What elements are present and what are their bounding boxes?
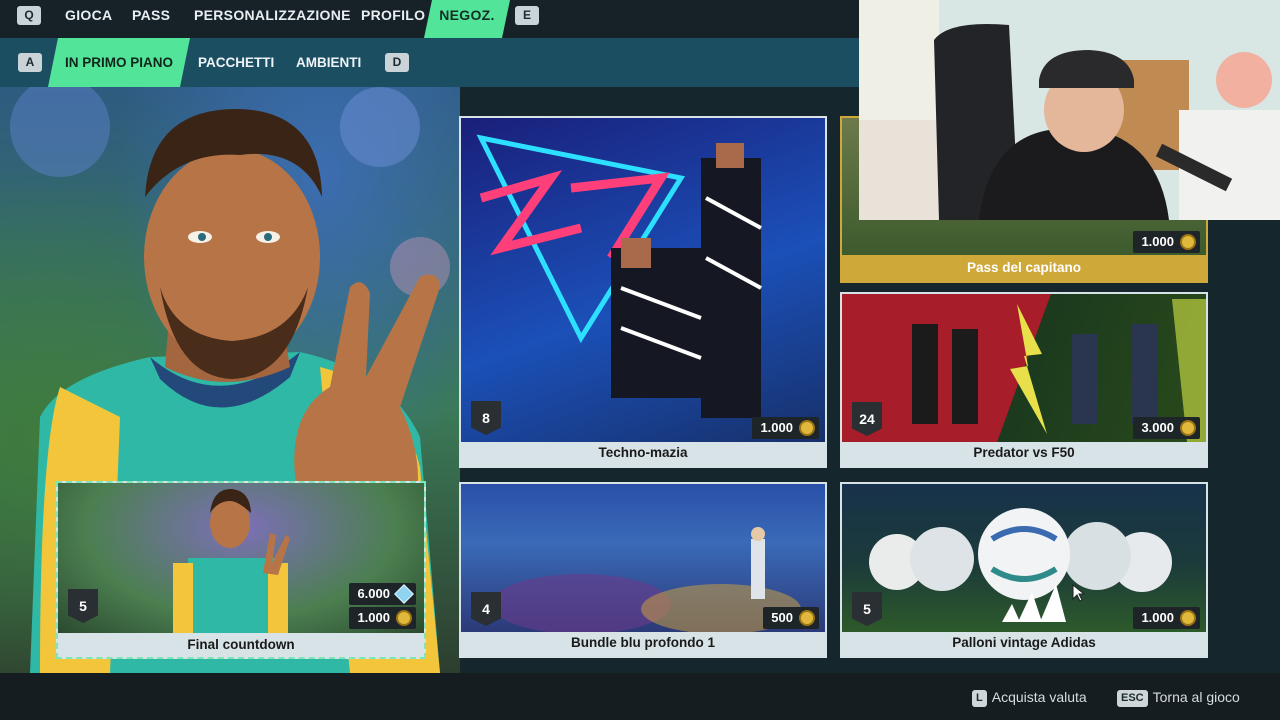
coin-price-value: 1.000: [1141, 610, 1174, 625]
shop-card-bundle-blu-profondo[interactable]: 4 500 Bundle blu profondo 1: [459, 482, 827, 658]
footer-hints: L Acquista valuta ESC Torna al gioco: [0, 673, 1280, 720]
key-hint-e[interactable]: E: [515, 6, 539, 25]
webcam-overlay: [859, 0, 1280, 220]
shop-card-techno-mazia[interactable]: 8 1.000 Techno-mazia: [459, 116, 827, 468]
coin-price: 1.000: [1133, 231, 1200, 253]
card-title: Final countdown: [58, 633, 424, 657]
tab-pacchetti[interactable]: PACCHETTI: [198, 38, 274, 87]
tab-in-primo-piano[interactable]: IN PRIMO PIANO: [48, 38, 190, 87]
neon-sign-illustration: [476, 134, 762, 418]
shop-card-predator-vs-f50[interactable]: 24 3.000 Predator vs F50: [840, 292, 1208, 468]
card-title: Bundle blu profondo 1: [571, 635, 715, 650]
cursor-icon: [1072, 584, 1086, 602]
coin-icon: [799, 610, 815, 626]
coin-price: 3.000: [1133, 417, 1200, 439]
streamer-webcam-illustration: [859, 0, 1280, 220]
coin-icon: [1180, 420, 1196, 436]
buy-currency-label: Acquista valuta: [991, 689, 1087, 705]
coin-icon: [1180, 234, 1196, 250]
tab-profilo[interactable]: PROFILO: [361, 0, 425, 38]
coin-price: 1.000: [752, 417, 819, 439]
coin-icon: [396, 610, 412, 626]
key-hint-d[interactable]: D: [385, 53, 409, 72]
card-title: Predator vs F50: [973, 445, 1075, 460]
gem-price-value: 6.000: [357, 586, 390, 601]
card-title: Pass del capitano: [842, 255, 1206, 281]
tab-ambienti[interactable]: AMBIENTI: [296, 38, 361, 87]
coin-price-value: 1.000: [760, 420, 793, 435]
tab-pass[interactable]: PASS: [132, 0, 170, 38]
key-hint-q[interactable]: Q: [17, 6, 41, 25]
tab-negozio[interactable]: NEGOZ.: [424, 0, 510, 38]
coin-price: 500: [763, 607, 819, 629]
key-hint-l: L: [972, 690, 987, 707]
buy-currency-hint[interactable]: L Acquista valuta: [972, 687, 1087, 707]
tab-personalizzazione[interactable]: PERSONALIZZAZIONE: [194, 0, 351, 38]
gem-icon: [394, 584, 414, 604]
coin-price-value: 1.000: [357, 610, 390, 625]
coin-price: 1.000: [1133, 607, 1200, 629]
gem-price: 6.000: [349, 583, 416, 605]
coin-price-value: 1.000: [1141, 234, 1174, 249]
coin-price-value: 3.000: [1141, 420, 1174, 435]
featured-card-final-countdown[interactable]: 5 6.000 1.000 Final countdown: [56, 481, 426, 659]
coin-price-value: 500: [771, 610, 793, 625]
key-hint-esc: ESC: [1117, 690, 1148, 707]
card-title: Palloni vintage Adidas: [952, 635, 1096, 650]
coin-price: 1.000: [349, 607, 416, 629]
coin-icon: [799, 420, 815, 436]
back-to-game-hint[interactable]: ESC Torna al gioco: [1117, 687, 1240, 707]
key-hint-a[interactable]: A: [18, 53, 42, 72]
back-to-game-label: Torna al gioco: [1152, 689, 1240, 705]
card-art: [461, 118, 825, 442]
shop-card-palloni-vintage-adidas[interactable]: 5 1.000 Palloni vintage Adidas: [840, 482, 1208, 658]
coin-icon: [1180, 610, 1196, 626]
tab-gioca[interactable]: GIOCA: [65, 0, 112, 38]
card-title: Techno-mazia: [598, 445, 688, 460]
